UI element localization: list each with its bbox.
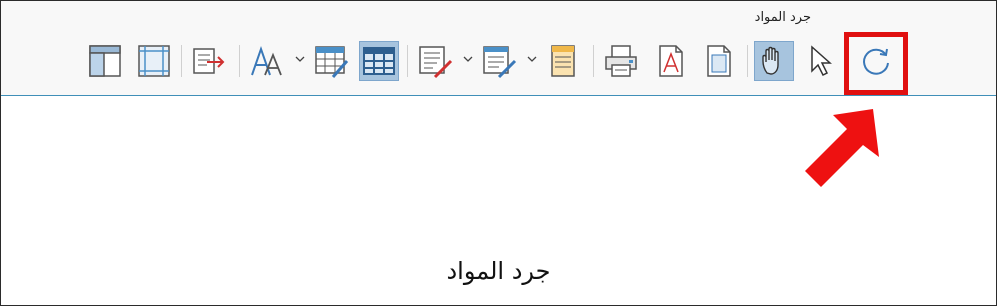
print-icon [605,45,637,77]
window-title: جرد المواد [754,10,811,25]
export-icon [193,48,225,74]
refresh-highlight-box [844,32,908,95]
font-icon [251,45,282,76]
separator [181,45,182,77]
grid-view-icon [363,47,395,75]
hand-tool-icon [762,46,779,75]
toolbar: جرد المواد [1,1,996,96]
separator [593,45,594,77]
edit-table-icon [315,46,349,78]
separator [407,45,408,77]
document-button[interactable] [543,41,583,81]
app-window: جرد المواد جرد المواد [0,0,997,306]
separator [239,45,240,77]
pdf-icon [659,45,683,77]
pointer-tool-button[interactable] [801,41,841,81]
split-view-button[interactable] [85,41,125,81]
print-button[interactable] [601,41,641,81]
pointer-tool-icon [811,45,832,77]
chevron-down-icon[interactable] [527,53,537,65]
page-margins-button[interactable] [134,41,174,81]
split-view-icon [89,45,121,77]
separator [747,45,748,77]
hand-tool-button[interactable] [754,41,794,81]
edit-columns-button[interactable] [479,41,519,81]
edit-list-button[interactable] [415,41,455,81]
pointer-arrow-icon [805,109,879,187]
chevron-down-icon[interactable] [295,53,305,65]
edit-columns-icon [483,46,517,79]
edit-table-button[interactable] [311,41,351,81]
export-button[interactable] [189,41,229,81]
chevron-down-icon[interactable] [463,53,473,65]
page-button[interactable] [699,41,739,81]
page-margins-icon [138,45,170,77]
document-heading: جرد المواد [446,257,551,285]
font-button[interactable] [247,41,287,81]
document-icon [551,45,575,77]
edit-list-icon [419,46,453,79]
pdf-button[interactable] [651,41,691,81]
grid-view-button[interactable] [359,41,399,81]
page-icon [707,45,731,77]
